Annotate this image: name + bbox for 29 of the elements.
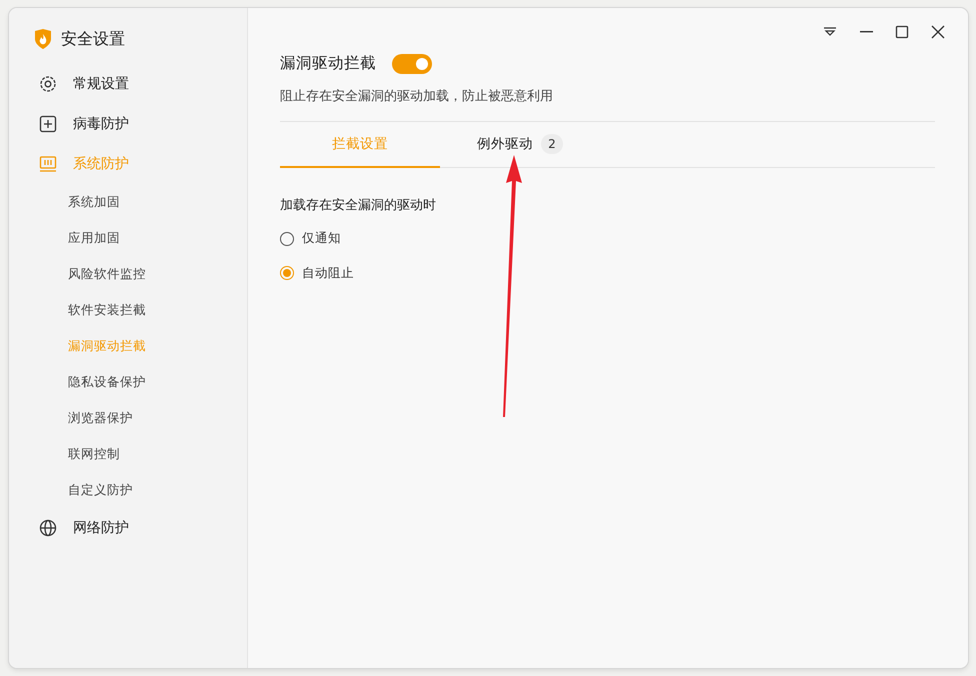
maximize-icon (893, 23, 911, 41)
sidebar-subitem[interactable]: 浏览器保护 (9, 400, 247, 436)
radio-button[interactable] (280, 266, 294, 280)
sidebar-item[interactable]: 网络防护 (9, 508, 247, 548)
feature-title: 漏洞驱动拦截 (280, 53, 376, 74)
sidebar-subitem[interactable]: 风险软件监控 (9, 256, 247, 292)
app-title: 安全设置 (61, 28, 125, 50)
sidebar-subitem[interactable]: 应用加固 (9, 220, 247, 256)
plus-square-icon (39, 115, 57, 133)
sidebar-subitem[interactable]: 自定义防护 (9, 472, 247, 508)
sidebar-subitem[interactable]: 联网控制 (9, 436, 247, 472)
toggle-switch[interactable] (392, 54, 432, 74)
count-badge: 2 (541, 134, 563, 154)
shield-flame-logo (33, 28, 53, 50)
sidebar-subitem[interactable]: 隐私设备保护 (9, 364, 247, 400)
sidebar-item[interactable]: 常规设置 (9, 64, 247, 104)
sidebar-subitem[interactable]: 软件安装拦截 (9, 292, 247, 328)
gear-icon (39, 75, 57, 93)
setting-prompt: 加载存在安全漏洞的驱动时 (280, 196, 437, 215)
radio-label[interactable]: 仅通知 (302, 229, 341, 248)
globe-icon (39, 519, 57, 537)
radio-label[interactable]: 自动阻止 (302, 264, 354, 283)
minimize-icon (860, 31, 872, 33)
close-icon (929, 23, 947, 41)
sidebar-item[interactable]: 病毒防护 (9, 104, 247, 144)
radio-button[interactable] (280, 232, 294, 246)
feature-description: 阻止存在安全漏洞的驱动加载，防止被恶意利用 (280, 88, 554, 106)
shield-bars-icon (39, 155, 57, 173)
sidebar-subitem[interactable]: 系统加固 (9, 184, 247, 220)
